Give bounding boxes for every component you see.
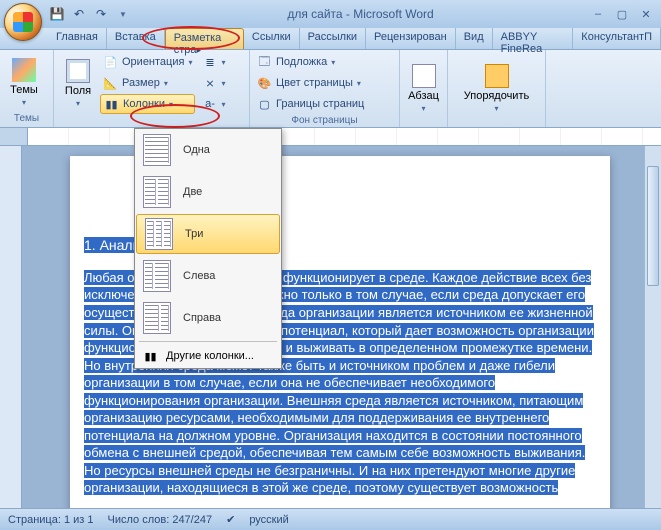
arrange-icon [485,64,509,88]
horizontal-ruler-area [0,128,661,146]
titlebar: 💾 ↶ ↷ ▼ для сайта - Microsoft Word – ▢ ✕ [0,0,661,28]
hyphenation-button[interactable]: a-▾ [199,94,228,114]
group-page-setup: Поля▾ 📄Ориентация ▾ 📐Размер ▾ ▮▮Колонки … [54,50,250,127]
minimize-button[interactable]: – [589,7,607,21]
line-numbers-button[interactable]: ⨯▾ [199,73,228,93]
page-borders-icon: ▢ [257,97,272,112]
hyphenation-icon: a- [202,97,217,112]
status-proofing-icon[interactable]: ✔ [226,513,235,526]
columns-option-three[interactable]: Три [136,214,280,254]
menu-separator [139,341,277,342]
group-arrange: Упорядочить▾ [448,50,546,127]
office-button[interactable] [4,3,42,41]
window-title: для сайта - Microsoft Word [132,7,589,21]
undo-icon[interactable]: ↶ [70,5,88,23]
two-column-icon [143,176,171,208]
watermark-icon: 🗔 [257,55,272,70]
page-color-icon: 🎨 [257,76,272,91]
themes-button[interactable]: Темы▾ [4,52,44,112]
ribbon: Темы▾ Темы Поля▾ 📄Ориентация ▾ 📐Размер ▾… [0,50,661,128]
tab-page-layout[interactable]: Разметка стра▸ [165,28,244,49]
columns-option-two[interactable]: Две [135,171,281,213]
group-label-themes: Темы [4,112,49,125]
paragraph-button[interactable]: Абзац▾ [404,52,443,125]
columns-option-left[interactable]: Слева [135,255,281,297]
tab-insert[interactable]: Вставка [107,28,165,49]
page-color-button[interactable]: 🎨Цвет страницы ▾ [254,73,367,93]
arrange-button[interactable]: Упорядочить▾ [452,52,541,125]
columns-more-options[interactable]: ▮▮ Другие колонки... [135,344,281,368]
ruler-corner [0,128,28,145]
line-numbers-icon: ⨯ [202,76,217,91]
vertical-ruler[interactable] [0,146,22,516]
office-logo-icon [13,12,33,32]
horizontal-ruler[interactable] [28,128,661,145]
one-column-icon [143,134,171,166]
tab-mailings[interactable]: Рассылки [300,28,366,49]
watermark-button[interactable]: 🗔Подложка ▾ [254,52,367,72]
vertical-scrollbar[interactable] [644,146,661,516]
page-borders-button[interactable]: ▢Границы страниц [254,94,367,114]
tab-review[interactable]: Рецензирован [366,28,456,49]
margins-button[interactable]: Поля▾ [58,52,98,114]
scrollbar-thumb[interactable] [647,166,659,286]
tab-abbyy[interactable]: ABBYY FineRea [493,28,574,49]
document-viewport[interactable]: 1. Анализ среды Любая организация находи… [22,146,661,516]
paragraph-icon [412,64,436,88]
right-column-icon [143,302,171,334]
size-icon: 📐 [103,76,118,91]
group-page-background: 🗔Подложка ▾ 🎨Цвет страницы ▾ ▢Границы ст… [250,50,400,127]
columns-option-right[interactable]: Справа [135,297,281,339]
tab-references[interactable]: Ссылки [244,28,300,49]
document-area: 1. Анализ среды Любая организация находи… [0,146,661,516]
more-columns-icon: ▮▮ [143,349,158,364]
group-label-page-bg: Фон страницы [254,114,395,127]
tab-home[interactable]: Главная [48,28,107,49]
status-bar: Страница: 1 из 1 Число слов: 247/247 ✔ р… [0,508,661,530]
themes-icon [12,58,36,82]
close-button[interactable]: ✕ [637,7,655,21]
columns-option-one[interactable]: Одна [135,129,281,171]
group-themes: Темы▾ Темы [0,50,54,127]
qat-dropdown-icon[interactable]: ▼ [114,5,132,23]
tab-view[interactable]: Вид [456,28,493,49]
status-word-count[interactable]: Число слов: 247/247 [108,514,213,526]
left-column-icon [143,260,171,292]
maximize-button[interactable]: ▢ [613,7,631,21]
columns-icon: ▮▮ [104,97,119,112]
quick-access-toolbar: 💾 ↶ ↷ ▼ [48,5,132,23]
tab-consultant[interactable]: КонсультантП [573,28,661,49]
save-icon[interactable]: 💾 [48,5,66,23]
three-column-icon [145,218,173,250]
columns-dropdown: Одна Две Три Слева Справа ▮▮ Другие коло… [134,128,282,369]
redo-icon[interactable]: ↷ [92,5,110,23]
columns-button[interactable]: ▮▮Колонки ▾ [100,94,195,114]
orientation-icon: 📄 [103,55,118,70]
status-language[interactable]: русский [249,514,288,526]
margins-icon [66,59,90,83]
breaks-button[interactable]: ≣▾ [199,52,228,72]
margins-label: Поля [65,85,91,97]
group-paragraph: Абзац▾ [400,50,448,127]
window-controls: – ▢ ✕ [589,7,655,21]
breaks-icon: ≣ [202,55,217,70]
ribbon-tabs: Главная Вставка Разметка стра▸ Ссылки Ра… [0,28,661,50]
status-page[interactable]: Страница: 1 из 1 [8,514,94,526]
group-label-page-setup [58,114,245,127]
themes-label: Темы [10,84,38,96]
size-button[interactable]: 📐Размер ▾ [100,73,195,93]
